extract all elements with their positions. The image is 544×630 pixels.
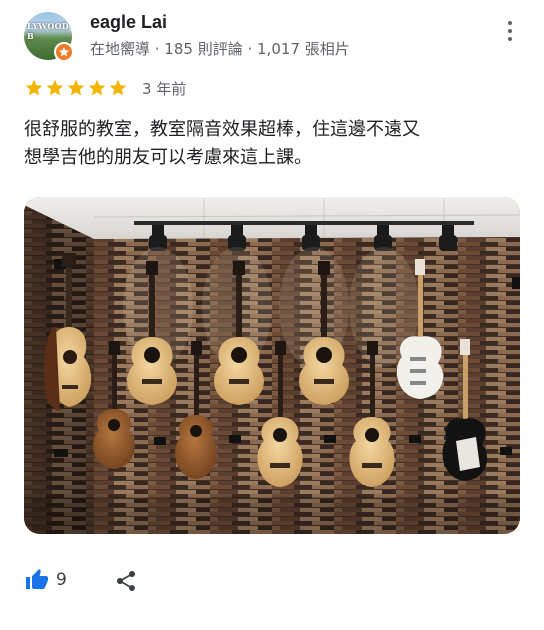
more-dot-icon	[508, 37, 512, 41]
thumbs-up-icon	[26, 569, 48, 589]
review-text-line: 很舒服的教室，教室隔音效果超棒，住這邊不遠又	[24, 119, 420, 140]
review-date: 3 年前	[142, 79, 187, 98]
review-text-line: 想學吉他的朋友可以考慮來這上課。	[24, 147, 312, 168]
local-guide-badge-icon	[54, 42, 74, 62]
star-icon	[67, 79, 85, 96]
rating-row: 3 年前	[24, 76, 186, 100]
like-button[interactable]: 9	[24, 568, 67, 592]
author-name[interactable]: eagle Lai	[90, 12, 167, 33]
review-photo[interactable]	[24, 197, 520, 534]
more-dot-icon	[508, 29, 512, 33]
author-meta: 在地嚮導 · 185 則評論 · 1,017 張相片	[90, 40, 350, 58]
review-text: 很舒服的教室，教室隔音效果超棒，住這邊不遠又 想學吉他的朋友可以考慮來這上課。	[24, 116, 514, 172]
share-button[interactable]	[114, 568, 138, 594]
guitars-on-wood-wall-photo	[24, 197, 520, 534]
star-icon	[109, 79, 127, 96]
star-icon	[46, 79, 64, 96]
like-count: 9	[56, 570, 67, 590]
share-icon	[117, 571, 135, 591]
more-dot-icon	[508, 21, 512, 25]
avatar-text: LYWOOD B	[27, 21, 69, 41]
review-header: LYWOOD B eagle Lai 在地嚮導 · 185 則評論 · 1,01…	[24, 12, 524, 62]
review-actions: 9	[24, 566, 520, 600]
more-options-button[interactable]	[498, 14, 522, 48]
star-icon	[88, 79, 106, 96]
star-icon	[25, 79, 43, 96]
star-rating	[24, 78, 128, 98]
